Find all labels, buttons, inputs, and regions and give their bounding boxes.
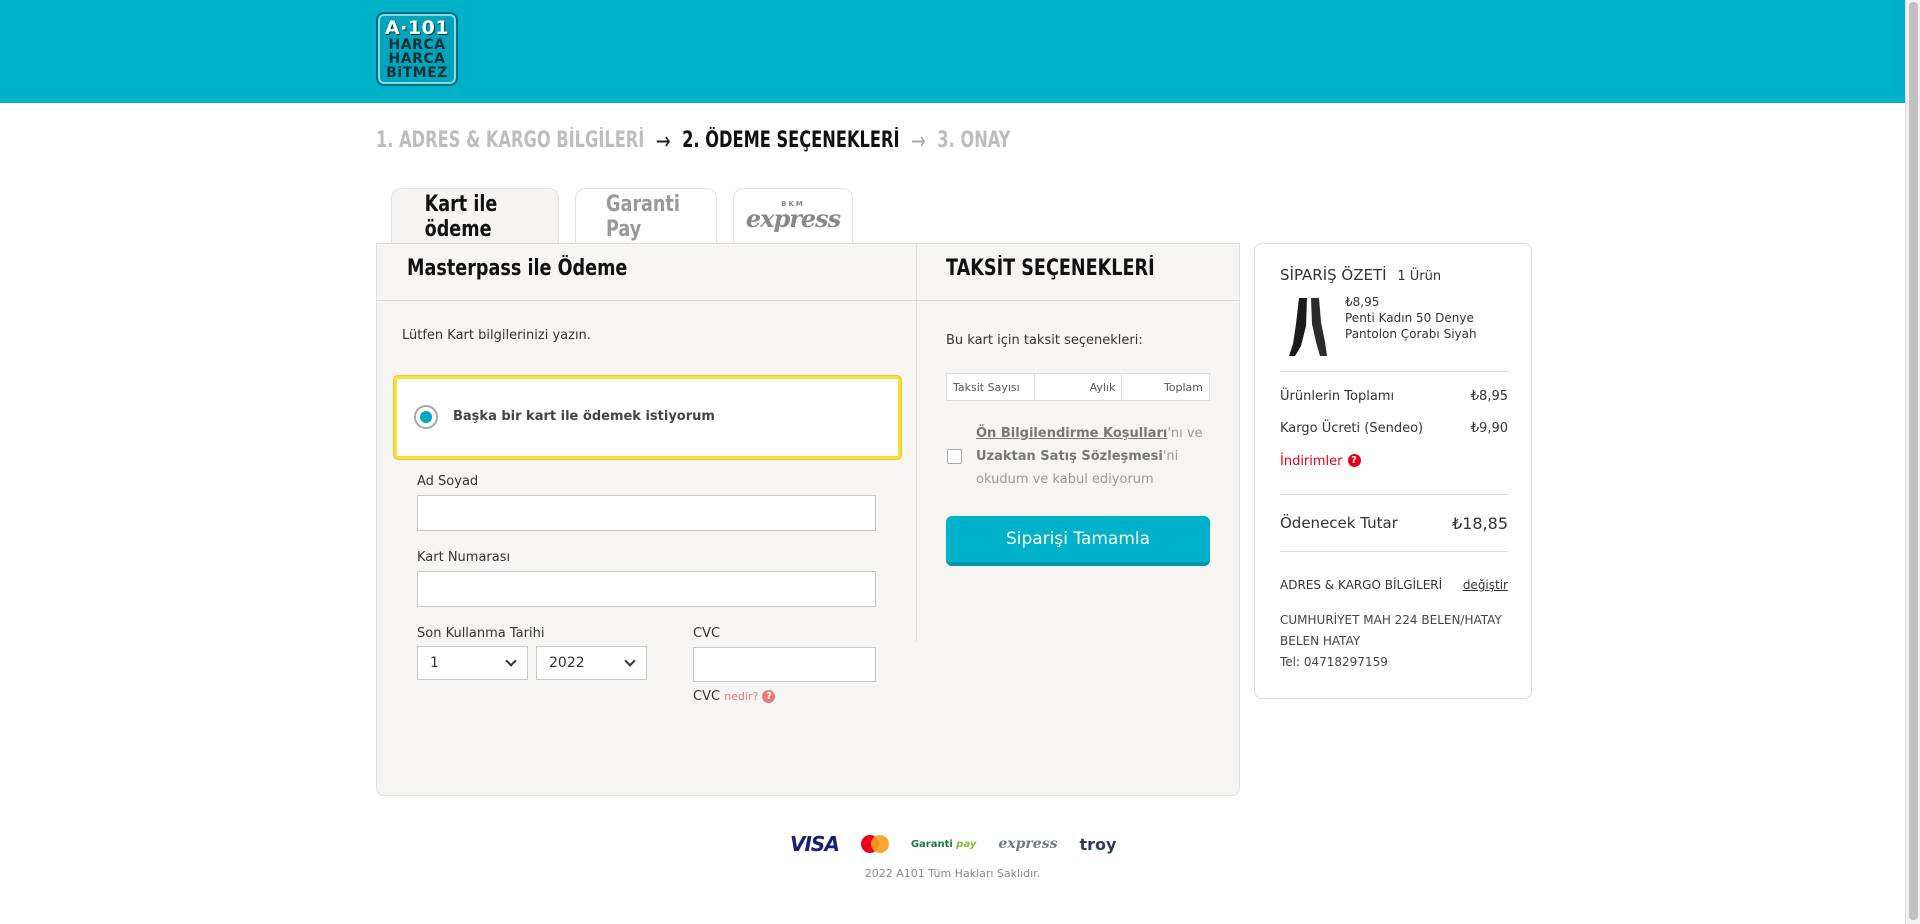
bkm-express-logo: express [745, 204, 841, 233]
header-divider [377, 300, 1240, 301]
bkm-express-footer-logo: express [998, 836, 1058, 852]
divider [1280, 551, 1508, 552]
pay-text: pay [956, 838, 977, 850]
step-confirm: 3. ONAY [937, 128, 1011, 153]
product-price: ₺8,95 [1345, 295, 1380, 309]
card-number-label: Kart Numarası [417, 550, 511, 565]
page-scrollbar[interactable] [1905, 0, 1920, 924]
masterpass-title: Masterpass ile Ödeme [407, 256, 628, 281]
logo-line: HARCA [388, 51, 446, 67]
column-divider [916, 244, 917, 642]
arrow-right-icon: → [910, 127, 926, 155]
shipping-label: Kargo Ücreti (Sendeo) [1280, 421, 1424, 436]
terms-text-part: 'nı ve [1167, 426, 1203, 441]
expiry-month-value: 1 [430, 655, 439, 671]
total-label: Ödenecek Tutar [1280, 514, 1398, 532]
cvc-help: CVC nedir? ? [693, 689, 776, 704]
payment-logos: VISA Garanti pay express troy [790, 832, 1116, 856]
arrow-right-icon: → [655, 127, 671, 155]
shipping-row: Kargo Ücreti (Sendeo) ₺9,90 [1280, 421, 1508, 436]
cvc-label: CVC [693, 626, 721, 641]
installments-subtitle: Bu kart için taksit seçenekleri: [946, 333, 1143, 348]
tab-garanti-pay[interactable]: Garanti Pay [575, 188, 717, 244]
address-line: BELEN HATAY [1280, 634, 1361, 648]
chevron-down-icon [505, 655, 517, 667]
address-header-row: ADRES & KARGO BİLGİLERİ değiştir [1280, 578, 1508, 592]
shipping-value: ₺9,90 [1470, 421, 1508, 436]
address-details: CUMHURİYET MAH 224 BELEN/HATAY BELEN HAT… [1280, 610, 1520, 673]
garanti-text: Garanti [910, 838, 953, 850]
expiry-month-select[interactable]: 1 [417, 646, 528, 680]
logo-line: HARCA [388, 37, 446, 53]
top-header: A·101 HARCA HARCA BiTMEZ [0, 0, 1905, 103]
order-summary: SİPARİŞ ÖZETİ 1 Ürün ₺8,95 Penti Kadın 5… [1254, 243, 1532, 699]
payment-panel: Masterpass ile Ödeme Lütfen Kart bilgile… [376, 243, 1240, 796]
troy-logo: troy [1079, 834, 1117, 854]
total-value: ₺18,85 [1452, 514, 1508, 533]
discounts-row[interactable]: İndirimler ? [1280, 454, 1508, 469]
address-line: CUMHURİYET MAH 224 BELEN/HATAY [1280, 613, 1502, 627]
divider [1280, 494, 1508, 495]
discounts-label[interactable]: İndirimler [1280, 454, 1343, 469]
item-count: 1 Ürün [1397, 269, 1442, 284]
pre-info-terms-link[interactable]: Ön Bilgilendirme Koşulları [976, 426, 1167, 441]
subtotal-row: Ürünlerin Toplamı ₺8,95 [1280, 389, 1508, 404]
tab-label: Garanti Pay [606, 191, 680, 242]
product-name[interactable]: Penti Kadın 50 Denye Pantolon Çorabı Siy… [1345, 310, 1495, 342]
phone-number: Tel: 04718297159 [1280, 655, 1388, 669]
expiry-year-select[interactable]: 2022 [536, 646, 647, 680]
a101-logo[interactable]: A·101 HARCA HARCA BiTMEZ [376, 12, 458, 86]
name-field[interactable] [417, 495, 876, 531]
name-label: Ad Soyad [417, 474, 479, 489]
installments-title: TAKSİT SEÇENEKLERİ [946, 256, 1155, 281]
step-address[interactable]: 1. ADRES & KARGO BİLGİLERİ [376, 124, 644, 158]
column-installment-count: Taksit Sayısı [947, 374, 1035, 400]
column-total: Toplam [1163, 380, 1204, 394]
terms-checkbox[interactable] [947, 449, 962, 464]
divider [1280, 371, 1508, 372]
cvc-field[interactable] [693, 647, 876, 682]
question-icon[interactable]: ? [762, 690, 776, 703]
summary-title-row: SİPARİŞ ÖZETİ 1 Ürün [1280, 266, 1441, 284]
terms-text: Ön Bilgilendirme Koşulları'nı ve Uzaktan… [976, 422, 1216, 491]
summary-title: SİPARİŞ ÖZETİ [1280, 266, 1387, 284]
copyright: 2022 A101 Tüm Hakları Saklıdır. [864, 867, 1041, 880]
question-icon[interactable]: ? [1347, 454, 1361, 467]
installments-table-header: Taksit Sayısı Aylık Toplam [946, 373, 1210, 401]
column-monthly: Aylık [1035, 374, 1123, 400]
cvc-help-link[interactable]: nedir? [724, 690, 758, 703]
other-card-label: Başka bir kart ile ödemek istiyorum [453, 409, 715, 424]
total-row: Ödenecek Tutar ₺18,85 [1280, 514, 1508, 533]
tab-label: Kart ile ödeme [424, 191, 498, 242]
other-card-option[interactable]: Başka bir kart ile ödemek istiyorum [394, 376, 901, 459]
expiry-label: Son Kullanma Tarihi [417, 626, 545, 641]
address-title: ADRES & KARGO BİLGİLERİ [1280, 578, 1443, 592]
logo-line: BiTMEZ [386, 65, 448, 81]
cvc-help-prefix: CVC [693, 689, 721, 704]
product-info: ₺8,95 Penti Kadın 50 Denye Pantolon Çora… [1345, 294, 1495, 342]
complete-order-button[interactable]: Siparişi Tamamla [946, 516, 1210, 566]
distance-sales-link[interactable]: Uzaktan Satış Sözleşmesi [976, 449, 1163, 464]
change-address-link[interactable]: değiştir [1463, 578, 1508, 592]
card-number-field[interactable] [417, 571, 876, 607]
payment-method-tabs: Kart ile ödeme Garanti Pay BKM express [391, 188, 853, 244]
card-instruction: Lütfen Kart bilgilerinizi yazın. [402, 328, 591, 343]
checkout-steps: 1. ADRES & KARGO BİLGİLERİ → 2. ÖDEME SE… [376, 124, 1010, 158]
garanti-pay-logo: Garanti pay [911, 839, 977, 850]
step-payment: 2. ÖDEME SEÇENEKLERİ [682, 128, 900, 153]
expiry-year-value: 2022 [549, 655, 585, 671]
product-image [1289, 298, 1327, 356]
tab-card-payment[interactable]: Kart ile ödeme [391, 188, 559, 244]
mastercard-logo [860, 835, 889, 853]
other-card-radio[interactable] [414, 405, 438, 429]
subtotal-value: ₺8,95 [1470, 389, 1508, 404]
chevron-down-icon [624, 655, 636, 667]
tab-bkm-express[interactable]: BKM express [733, 188, 853, 244]
scrollbar-thumb[interactable] [1909, 2, 1918, 920]
subtotal-label: Ürünlerin Toplamı [1280, 389, 1395, 404]
visa-logo: VISA [790, 832, 840, 856]
logo-line: A·101 [384, 17, 450, 39]
